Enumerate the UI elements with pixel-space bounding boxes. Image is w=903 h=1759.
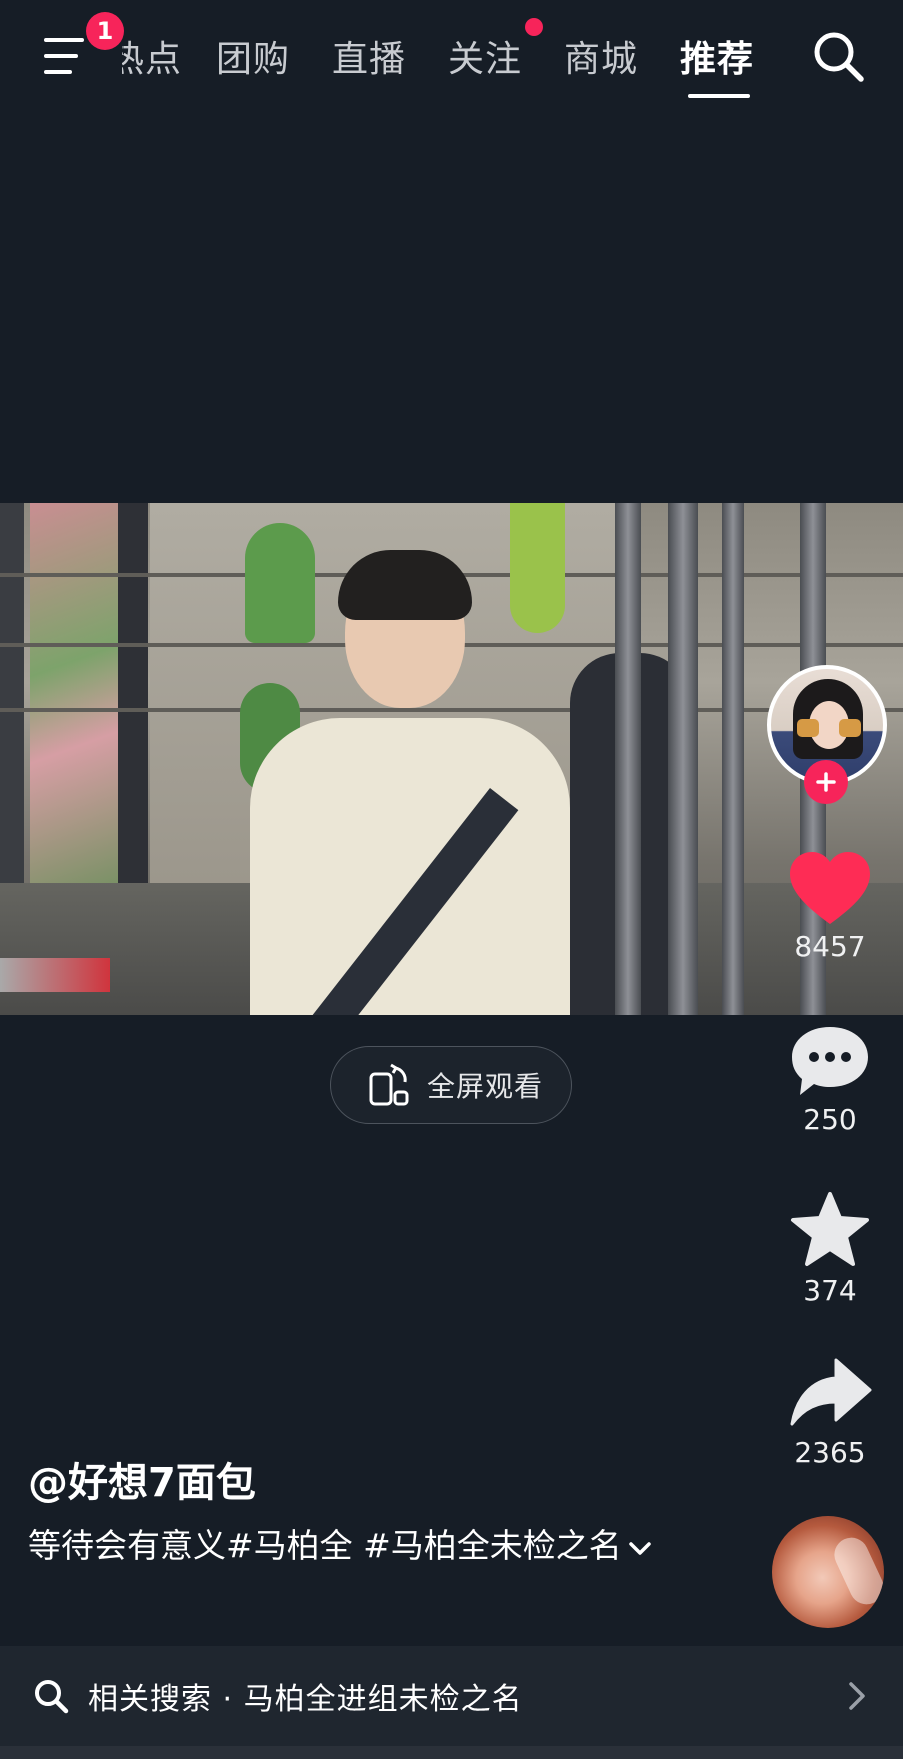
video-pole [722, 503, 744, 1015]
follow-button[interactable] [804, 760, 848, 804]
tab-group-buy[interactable]: 团购 [216, 30, 290, 82]
video-red-equipment [0, 958, 110, 992]
star-icon [791, 1192, 869, 1266]
video-pole [615, 503, 641, 1015]
video-player[interactable] [0, 503, 903, 1015]
share-button[interactable]: 2365 [770, 1356, 890, 1469]
comment-count: 250 [803, 1103, 857, 1136]
top-nav-bar: 1 热点 团购 直播 关注 商城 推荐 [0, 0, 903, 110]
active-tab-indicator [688, 94, 750, 98]
heart-icon [790, 852, 870, 924]
tab-recommend[interactable]: 推荐 [680, 30, 754, 82]
video-window [30, 503, 125, 903]
fullscreen-button[interactable]: 全屏观看 [330, 1046, 572, 1124]
comment-icon [792, 1027, 868, 1095]
author-name[interactable]: @好想7面包 [28, 1450, 256, 1508]
video-main-person [250, 550, 570, 1015]
menu-icon[interactable] [40, 34, 88, 78]
music-disc-avatar[interactable] [772, 1516, 884, 1628]
video-pole [668, 503, 698, 1015]
expand-caption-chevron-icon[interactable] [628, 1518, 652, 1574]
tab-live[interactable]: 直播 [332, 30, 406, 82]
like-button[interactable]: 8457 [770, 850, 890, 963]
menu-notification-badge: 1 [86, 12, 124, 50]
related-search-bar[interactable]: 相关搜索 · 马柏全进组未检之名 [0, 1646, 903, 1746]
like-count: 8457 [794, 930, 866, 963]
fullscreen-label: 全屏观看 [427, 1070, 544, 1103]
share-arrow-icon [790, 1358, 872, 1426]
search-icon [35, 1680, 69, 1714]
related-search-text: 相关搜索 · 马柏全进组未检之名 [88, 1682, 523, 1717]
post-caption[interactable]: 等待会有意义#马柏全 #马柏全未检之名 [28, 1518, 688, 1574]
share-count: 2365 [794, 1436, 866, 1469]
caption-text: 等待会有意义#马柏全 #马柏全未检之名 [28, 1526, 622, 1565]
tab-mall[interactable]: 商城 [564, 30, 638, 82]
search-icon[interactable] [810, 28, 866, 84]
plus-icon [816, 772, 836, 792]
bottom-strip [0, 1746, 903, 1759]
chevron-right-icon [849, 1682, 865, 1710]
tab-following[interactable]: 关注 [448, 30, 522, 82]
favorite-button[interactable]: 374 [770, 1190, 890, 1307]
rotate-screen-icon [369, 1063, 409, 1106]
following-new-dot [525, 18, 543, 36]
comment-button[interactable]: 250 [770, 1023, 890, 1136]
favorite-count: 374 [803, 1274, 857, 1307]
